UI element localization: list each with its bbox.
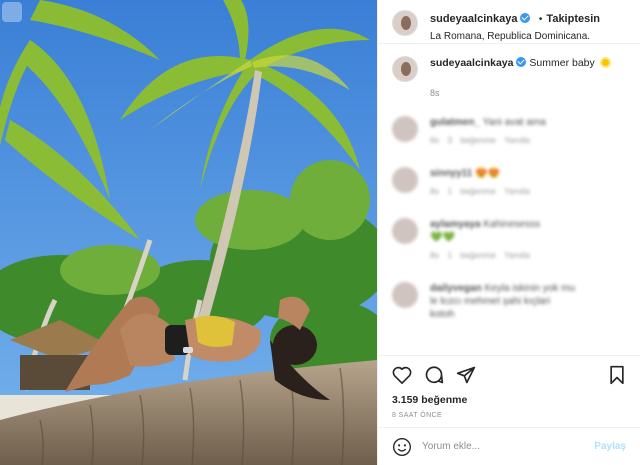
photo-corner-overlay: [2, 2, 22, 22]
caption-username[interactable]: sudeyaalcinkaya: [430, 57, 513, 69]
comment-username[interactable]: gulatmen_: [430, 117, 480, 128]
comment-username[interactable]: sinnyy11: [430, 168, 472, 179]
bookmark-icon[interactable]: [608, 365, 626, 385]
post-location[interactable]: La Romana, Republica Dominicana.: [430, 29, 600, 44]
comment-avatar[interactable]: [392, 218, 418, 244]
comment-item: gulatmen_ Yani avat ama 8s 3 beğenme Yan…: [392, 116, 626, 145]
comment-body: dailyvegan Keyla iskinin yok mu le kızcı…: [430, 282, 610, 321]
post-photo[interactable]: [0, 0, 377, 465]
comment-text-line2: le kızcı mehmet şahi kıçlari: [430, 296, 551, 307]
author-username[interactable]: sudeyaalcinkaya: [430, 13, 517, 25]
separator-dot: •: [538, 14, 543, 25]
comment-item: dailyvegan Keyla iskinin yok mu le kızcı…: [392, 282, 626, 321]
add-comment-bar: Yorum ekle... Paylaş: [378, 427, 640, 465]
comment-text: 😍😍: [475, 168, 500, 179]
sun-emoji-icon: [599, 57, 611, 68]
post-header: sudeyaalcinkaya • Takiptesin La Romana, R…: [378, 0, 640, 44]
post-timestamp[interactable]: 8 SAAT ÖNCE: [392, 412, 626, 419]
comment-item: aylamyaya Kahinesesss 💚💚 8s 1 beğenme Ya…: [392, 218, 626, 260]
share-icon[interactable]: [456, 365, 476, 385]
comment-text: Keyla iskinin yok mu: [484, 283, 576, 294]
heart-icon[interactable]: [392, 366, 412, 384]
comment-body: sinnyy11 😍😍 8s 1 beğenme Yanıtla: [430, 167, 610, 196]
comment-text-line2: 💚💚: [430, 232, 455, 243]
palm-beach-image: [0, 0, 377, 465]
caption-text-block: sudeyaalcinkaya Summer baby: [430, 56, 611, 70]
comment-body: gulatmen_ Yani avat ama 8s 3 beğenme Yan…: [430, 116, 610, 145]
comment-meta: 8s 1 beğenme Yanıtla: [430, 250, 530, 260]
comment-icon[interactable]: [424, 365, 444, 385]
comment-body: aylamyaya Kahinesesss 💚💚 8s 1 beğenme Ya…: [430, 218, 610, 260]
comment-text-line3: kotoh: [430, 309, 455, 320]
comment-avatar[interactable]: [392, 282, 418, 308]
caption-text: Summer baby: [529, 57, 595, 69]
comment-input[interactable]: Yorum ekle...: [422, 441, 594, 452]
comment-username[interactable]: dailyvegan: [430, 283, 482, 294]
follow-status-button[interactable]: Takiptesin: [546, 13, 600, 25]
comment-avatar[interactable]: [392, 167, 418, 193]
caption-avatar[interactable]: [392, 56, 418, 82]
comment-text: Yani avat ama: [482, 117, 546, 128]
emoji-icon[interactable]: [392, 437, 412, 457]
action-bar: 3.159 beğenme 8 SAAT ÖNCE: [378, 355, 640, 427]
comment-username[interactable]: aylamyaya: [430, 219, 481, 230]
comment-meta: 8s 3 beğenme Yanıtla: [430, 135, 530, 145]
action-icons: [392, 364, 626, 386]
caption-time: 8s: [430, 88, 440, 98]
comments-area[interactable]: sudeyaalcinkaya Summer baby 8s gulatmen_…: [378, 44, 640, 355]
verified-badge-icon: [516, 57, 527, 67]
post-sidebar: sudeyaalcinkaya • Takiptesin La Romana, R…: [377, 0, 640, 465]
comment-meta: 8s 1 beğenme Yanıtla: [430, 186, 530, 196]
post-comment-button[interactable]: Paylaş: [594, 441, 626, 452]
author-avatar[interactable]: [392, 10, 418, 36]
comment-text: Kahinesesss: [483, 219, 541, 230]
caption: sudeyaalcinkaya Summer baby: [392, 56, 626, 82]
likes-count[interactable]: 3.159 beğenme: [392, 394, 626, 406]
author-info: sudeyaalcinkaya • Takiptesin La Romana, R…: [430, 10, 600, 44]
post-dialog: sudeyaalcinkaya • Takiptesin La Romana, R…: [0, 0, 640, 465]
verified-badge-icon: [520, 13, 531, 23]
comment-item: sinnyy11 😍😍 8s 1 beğenme Yanıtla: [392, 167, 626, 196]
comment-avatar[interactable]: [392, 116, 418, 142]
